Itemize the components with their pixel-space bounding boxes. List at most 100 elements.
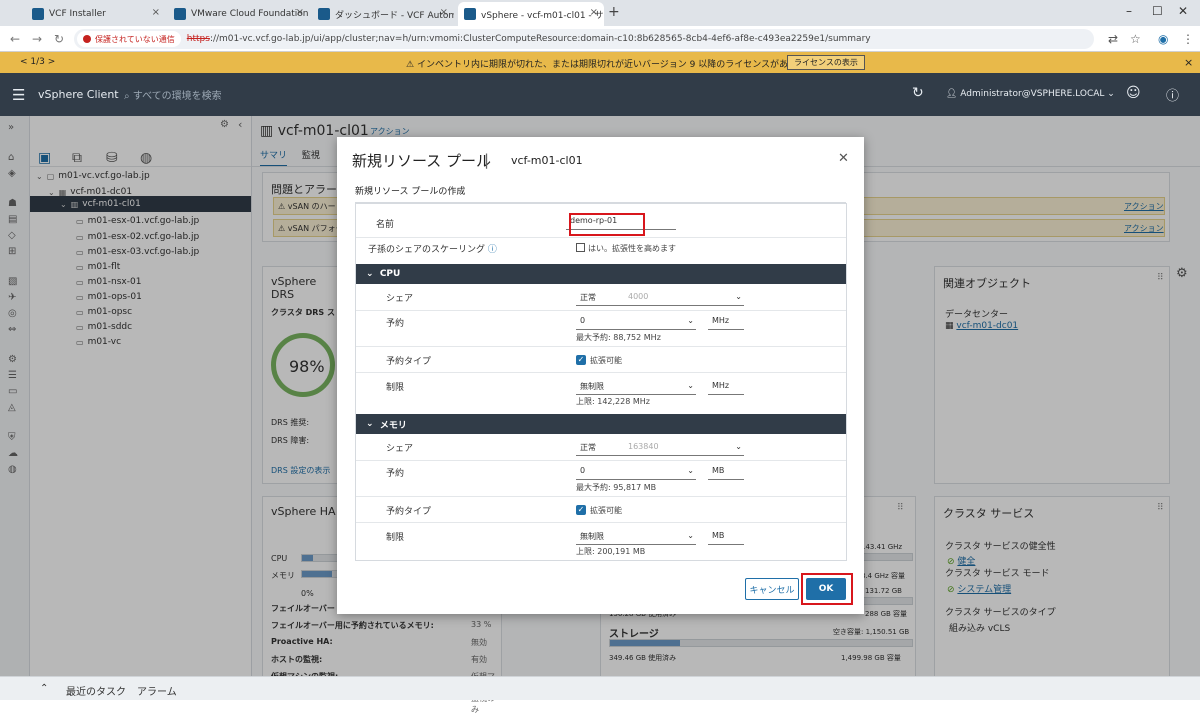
dialog-title: 新規リソース プール <box>352 152 492 170</box>
tab-title: vSphere - vcf-m01-cl01 - サマリ <box>481 10 604 21</box>
expand-up-icon[interactable]: ⌃ <box>40 683 48 694</box>
browser-tab-vcf-operations[interactable]: VMware Cloud Foundation Ope × <box>168 2 310 26</box>
memory-limit-unit[interactable]: MB <box>708 531 744 545</box>
memory-expandable-label: 拡張可能 <box>590 506 622 515</box>
cpu-limit-input[interactable]: 無制限 ⌄ <box>576 381 696 395</box>
scaling-checkbox[interactable] <box>576 243 585 252</box>
chevron-down-icon: ⌄ <box>687 466 694 475</box>
translate-icon[interactable]: ⇄ <box>1108 32 1118 46</box>
memory-reservation-type-label: 予約タイプ <box>386 507 432 517</box>
cpu-limit-unit[interactable]: MHz <box>708 381 744 395</box>
url-path: ://m01-vc.vcf.go-lab.jp/ui/app/cluster;n… <box>209 34 871 44</box>
browser-tab-vcf-automation[interactable]: ダッシュボード - VCF Automation × <box>312 2 454 26</box>
chevron-down-icon: ⌄ <box>687 531 694 540</box>
reload-icon[interactable]: ↻ <box>54 32 64 46</box>
divider <box>356 522 846 523</box>
refresh-icon[interactable]: ↻ <box>912 85 924 101</box>
banner-message: ⚠ インベントリ内に期限が切れた、または期限切れが近いバージョン 9 以降のライ… <box>406 60 824 70</box>
divider <box>356 496 846 497</box>
feedback-smiley-icon[interactable]: ☺ <box>1126 85 1141 101</box>
highlight-box <box>569 213 645 236</box>
profile-icon[interactable]: ◉ <box>1158 32 1168 46</box>
cpu-shares-number[interactable]: 4000 ⌄ <box>624 292 744 306</box>
close-tab-icon[interactable]: × <box>590 7 598 18</box>
memory-limit-input[interactable]: 無制限 ⌄ <box>576 531 696 545</box>
close-tab-icon[interactable]: × <box>152 7 160 18</box>
chevron-down-icon: ⌄ <box>735 292 742 301</box>
cpu-reservation-unit[interactable]: MHz <box>708 316 744 330</box>
vsphere-header: ☰ vSphere Client ⌕ すべての環境を検索 ↻ 👤︎ Admini… <box>0 73 1200 116</box>
divider <box>356 460 846 461</box>
close-tab-icon[interactable]: × <box>296 7 304 18</box>
vmware-favicon-icon <box>174 8 186 20</box>
tab-create-resource-pool[interactable]: 新規リソース プールの作成 <box>355 184 466 204</box>
url-scheme: https <box>186 34 210 44</box>
maximize-icon[interactable]: ☐ <box>1152 4 1163 18</box>
dialog-subtitle: vcf-m01-cl01 <box>511 154 583 167</box>
minimize-icon[interactable]: – <box>1126 4 1132 18</box>
scaling-checkbox-label: はい。拡張性を高めます <box>588 244 676 253</box>
divider <box>356 372 846 373</box>
close-tab-icon[interactable]: × <box>440 7 448 18</box>
name-label: 名前 <box>376 220 395 230</box>
vmware-favicon-icon <box>32 8 44 20</box>
divider <box>356 237 846 238</box>
chevron-down-icon: ⌄ <box>687 381 694 390</box>
help-icon[interactable]: ⓘ <box>1166 85 1179 104</box>
not-secure-label: 保護されていない通信 <box>95 34 175 44</box>
cpu-reservation-input[interactable]: 0 ⌄ <box>576 316 696 330</box>
cpu-shares-select[interactable]: 正常 <box>576 292 628 306</box>
tab-title: ダッシュボード - VCF Automation <box>335 10 454 21</box>
chevron-down-icon: ⌄ <box>735 442 742 451</box>
tab-title: VCF Installer <box>49 9 106 19</box>
memory-reservation-label: 予約 <box>386 469 405 479</box>
app-brand: vSphere Client <box>38 88 119 101</box>
user-menu[interactable]: 👤︎ Administrator@VSPHERE.LOCAL ⌄ <box>946 89 1115 99</box>
hamburger-menu-icon[interactable]: ☰ <box>12 86 25 104</box>
alarms-tab[interactable]: アラーム <box>137 683 177 698</box>
browser-tab-vcf-installer[interactable]: VCF Installer × <box>26 2 166 26</box>
info-icon[interactable]: ⓘ <box>488 245 497 255</box>
cpu-section-header[interactable]: ⌄ CPU <box>356 264 846 284</box>
chevron-down-icon: ⌄ <box>366 269 380 279</box>
address-bar: ← → ↻ 保護されていない通信 https ://m01-vc.vcf.go-… <box>0 26 1200 52</box>
close-window-icon[interactable]: ✕ <box>1178 4 1188 18</box>
title-separator: | <box>484 151 490 169</box>
url-field[interactable]: 保護されていない通信 https ://m01-vc.vcf.go-lab.jp… <box>74 29 1094 49</box>
memory-limit-max: 上限: 200,191 MB <box>576 547 646 556</box>
cpu-expandable-checkbox[interactable]: ✓ <box>576 355 586 365</box>
cpu-reservation-label: 予約 <box>386 319 405 329</box>
view-license-button[interactable]: ライセンスの表示 <box>787 55 865 70</box>
recent-tasks-tab[interactable]: 最近のタスク <box>66 683 126 698</box>
cpu-limit-label: 制限 <box>386 383 405 393</box>
close-icon[interactable]: ✕ <box>838 151 849 166</box>
highlight-box <box>801 573 853 605</box>
forward-arrow-icon[interactable]: → <box>32 32 42 46</box>
memory-reservation-input[interactable]: 0 ⌄ <box>576 466 696 480</box>
divider <box>356 310 846 311</box>
bookmark-star-icon[interactable]: ☆ <box>1130 32 1141 46</box>
bottom-status-bar: ⌃ 最近のタスク アラーム <box>0 676 1200 700</box>
memory-shares-select[interactable]: 正常 <box>576 442 628 456</box>
chevron-down-icon: ⌄ <box>366 419 380 429</box>
browser-tab-bar: VCF Installer × VMware Cloud Foundation … <box>0 0 1200 26</box>
not-secure-badge[interactable]: 保護されていない通信 <box>77 31 181 47</box>
browser-tab-vsphere[interactable]: vSphere - vcf-m01-cl01 - サマリ × <box>458 2 604 26</box>
global-search-input[interactable]: ⌕ すべての環境を検索 <box>124 87 222 102</box>
memory-limit-label: 制限 <box>386 533 405 543</box>
memory-expandable-checkbox[interactable]: ✓ <box>576 505 586 515</box>
close-icon[interactable]: × <box>1184 56 1193 69</box>
browser-menu-icon[interactable]: ⋮ <box>1182 32 1194 46</box>
memory-reservation-unit[interactable]: MB <box>708 466 744 480</box>
memory-shares-number[interactable]: 163840 ⌄ <box>624 442 744 456</box>
cancel-button[interactable]: キャンセル <box>745 578 799 600</box>
vmware-favicon-icon <box>318 8 330 20</box>
banner-pager[interactable]: < 1/3 > <box>20 57 55 67</box>
cpu-reservation-type-label: 予約タイプ <box>386 357 432 367</box>
warning-icon <box>83 35 91 43</box>
cpu-limit-max: 上限: 142,228 MHz <box>576 397 650 406</box>
back-arrow-icon[interactable]: ← <box>10 32 20 46</box>
new-tab-button[interactable]: + <box>608 4 620 20</box>
scaling-label: 子孫のシェアのスケーリング ⓘ <box>368 245 497 255</box>
memory-section-header[interactable]: ⌄ メモリ <box>356 414 846 434</box>
